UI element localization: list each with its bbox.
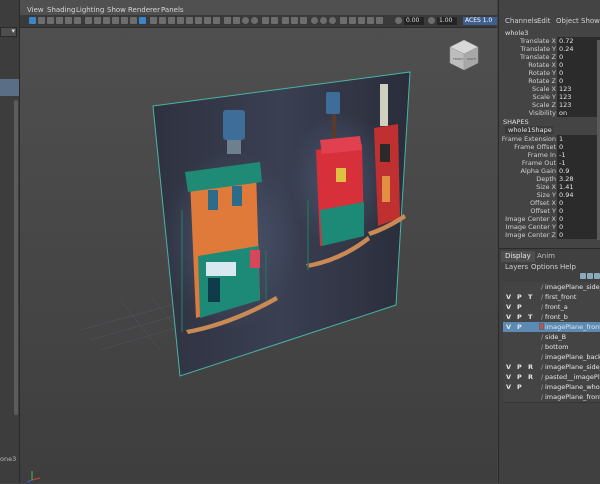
attr-row[interactable]: Translate Y 0.24 bbox=[499, 45, 600, 53]
viewport-panel[interactable]: View Shading Lighting Show Renderer Pane… bbox=[20, 0, 497, 483]
channel-box-menu: Channels Edit Object Show bbox=[499, 17, 600, 27]
attr-row[interactable]: Rotate Y0 bbox=[499, 69, 600, 77]
channel-box-panel: Channels Edit Object Show whole3 Transla… bbox=[498, 0, 600, 484]
scene-view[interactable] bbox=[20, 0, 497, 483]
menu-object[interactable]: Object bbox=[556, 17, 579, 25]
attr-row[interactable]: Depth 3.28 bbox=[499, 175, 600, 183]
layer-list: / imagePlane_side_v V P T / first_front … bbox=[503, 282, 600, 452]
outliner-dropdown[interactable]: ▾ bbox=[0, 27, 17, 37]
outliner-panel: ▾ one3 bbox=[0, 0, 20, 483]
menu-edit[interactable]: Edit bbox=[537, 17, 551, 25]
layer-color-swatch[interactable] bbox=[539, 323, 544, 330]
attr-row[interactable]: Translate X 0.72 bbox=[499, 37, 600, 45]
attr-row[interactable]: Image Center X0 bbox=[499, 215, 600, 223]
view-cube[interactable]: FRONT RIGHT bbox=[447, 38, 481, 72]
layer-slash-icon: / bbox=[541, 343, 544, 351]
attr-row[interactable]: Scale Y 123 bbox=[499, 93, 600, 101]
axis-gizmo bbox=[26, 471, 41, 483]
attr-row[interactable]: Rotate Z0 bbox=[499, 77, 600, 85]
attr-row[interactable]: Frame In -1 bbox=[499, 151, 600, 159]
layer-slash-icon: / bbox=[541, 303, 544, 311]
menu-channels[interactable]: Channels bbox=[505, 17, 537, 25]
outliner-selected-item[interactable] bbox=[0, 79, 19, 96]
attr-row[interactable]: Frame Offset 0 bbox=[499, 143, 600, 151]
chevron-down-icon: ▾ bbox=[11, 27, 15, 35]
shapes-header: SHAPES bbox=[503, 118, 529, 126]
layer-slash-icon: / bbox=[541, 293, 544, 301]
attr-row[interactable]: Frame Out -1 bbox=[499, 159, 600, 167]
layer-toolbar bbox=[499, 272, 600, 281]
layer-slash-icon: / bbox=[541, 393, 544, 401]
attr-row[interactable]: Alpha Gain 0.9 bbox=[499, 167, 600, 175]
layer-slash-icon: / bbox=[541, 353, 544, 361]
layer-editor: Display Anim Layers Options Help / image… bbox=[499, 248, 600, 484]
layer-slash-icon: / bbox=[541, 383, 544, 391]
menu-layers[interactable]: Layers bbox=[505, 263, 528, 271]
attr-row[interactable]: Frame Extension 1 bbox=[499, 135, 600, 143]
new-layer-selected-icon[interactable] bbox=[594, 273, 600, 279]
outliner-scrollbar[interactable] bbox=[14, 100, 18, 415]
layer-slash-icon: / bbox=[541, 333, 544, 341]
layer-menu: Layers Options Help bbox=[499, 262, 600, 272]
attr-row[interactable]: Offset Y0 bbox=[499, 207, 600, 215]
tab-display[interactable]: Display bbox=[501, 251, 535, 262]
layer-tabs: Display Anim bbox=[499, 251, 600, 262]
attr-row[interactable]: Offset X0 bbox=[499, 199, 600, 207]
menu-show[interactable]: Show bbox=[581, 17, 600, 25]
outliner-item-label[interactable]: one3 bbox=[0, 455, 16, 463]
attr-row[interactable]: Rotate X0 bbox=[499, 61, 600, 69]
attr-row[interactable]: Size Y 0.94 bbox=[499, 191, 600, 199]
view-cube-front-label[interactable]: FRONT bbox=[453, 57, 463, 61]
layer-slash-icon: / bbox=[541, 363, 544, 371]
layer-slash-icon: / bbox=[541, 313, 544, 321]
shape-node-name[interactable]: whole1Shape bbox=[505, 126, 553, 134]
new-layer-icon[interactable] bbox=[587, 273, 593, 279]
attr-row[interactable]: Scale X 123 bbox=[499, 85, 600, 93]
attr-row[interactable]: Image Center Z0 bbox=[499, 231, 600, 239]
view-cube-right-label[interactable]: RIGHT bbox=[467, 57, 477, 61]
move-layer-up-icon[interactable] bbox=[580, 273, 586, 279]
attr-row[interactable]: Visibility on bbox=[499, 109, 600, 117]
layer-slash-icon: / bbox=[541, 373, 544, 381]
layer-slash-icon: / bbox=[541, 283, 544, 291]
menu-options[interactable]: Options bbox=[531, 263, 558, 271]
attr-row[interactable]: Image Center Y0 bbox=[499, 223, 600, 231]
attr-row[interactable]: Translate Z0 bbox=[499, 53, 600, 61]
tab-anim[interactable]: Anim bbox=[533, 251, 559, 262]
layer-row[interactable]: / imagePlane_front_ bbox=[503, 392, 600, 403]
attr-row[interactable]: Size X 1.41 bbox=[499, 183, 600, 191]
menu-help[interactable]: Help bbox=[560, 263, 576, 271]
node-name[interactable]: whole3 bbox=[505, 29, 528, 37]
attr-row[interactable]: Scale Z 123 bbox=[499, 101, 600, 109]
